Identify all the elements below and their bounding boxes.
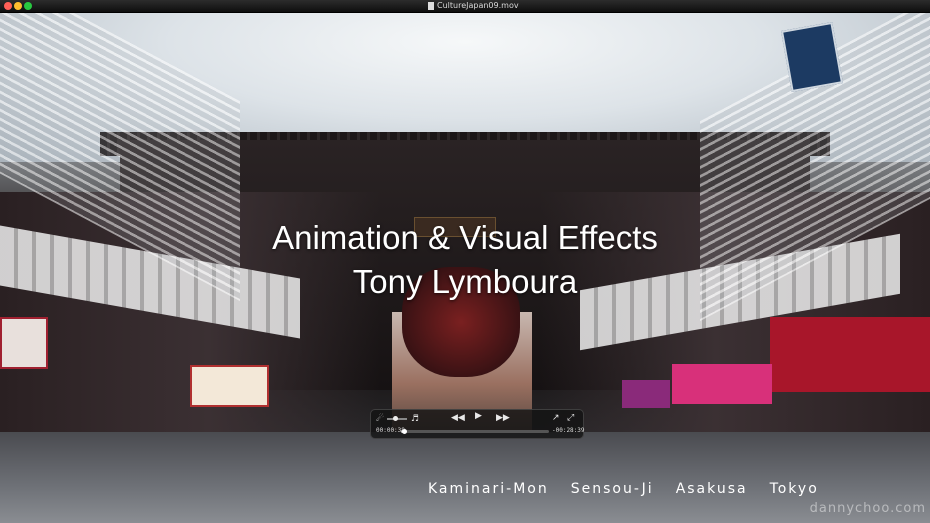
window-title: CultureJapan09.mov [437,1,519,10]
volume-knob[interactable] [393,416,398,421]
window-titlebar: CultureJapan09.mov [0,0,930,13]
speaker-low-icon[interactable]: ☄ [376,415,384,424]
left-shop-sign [0,317,48,369]
left-shop-sign-2 [190,365,269,407]
street [0,432,930,523]
pink-shop-sign [672,364,772,404]
minimize-window-button[interactable] [14,2,22,10]
takoyaki-sign [770,317,930,392]
credit-name: Tony Lymboura [352,263,578,300]
location-item: Tokyo [769,481,819,497]
fullscreen-icon[interactable]: ⤢ [567,414,574,423]
volume-slider[interactable] [387,416,407,421]
fast-forward-icon[interactable]: ▶▶ [496,414,510,423]
scrubber-bar[interactable] [401,429,549,434]
location-caption: Kaminari-Mon Sensou-Ji Asakusa Tokyo [428,481,819,497]
document-icon [428,2,434,10]
watermark: dannychoo.com [809,501,926,516]
building-sign [781,21,843,93]
location-item: Sensou-Ji [570,481,654,497]
remaining-time: -00:28:39 [552,427,585,434]
location-item: Kaminari-Mon [428,481,549,497]
zoom-window-button[interactable] [24,2,32,10]
location-item: Asakusa [675,481,748,497]
playhead[interactable] [402,429,408,434]
play-icon[interactable]: ▶ [475,412,482,421]
playback-controller[interactable]: ☄ ♬ ◀◀ ▶ ▶▶ ↗ ⤢ 00:00:38 -00:28:39 [370,409,585,439]
share-icon[interactable]: ↗ [552,414,560,423]
speaker-high-icon[interactable]: ♬ [411,415,419,424]
credit-title: Animation & Visual Effects [272,219,658,256]
rewind-icon[interactable]: ◀◀ [451,414,465,423]
close-window-button[interactable] [4,2,12,10]
purple-shop-sign [622,380,670,408]
